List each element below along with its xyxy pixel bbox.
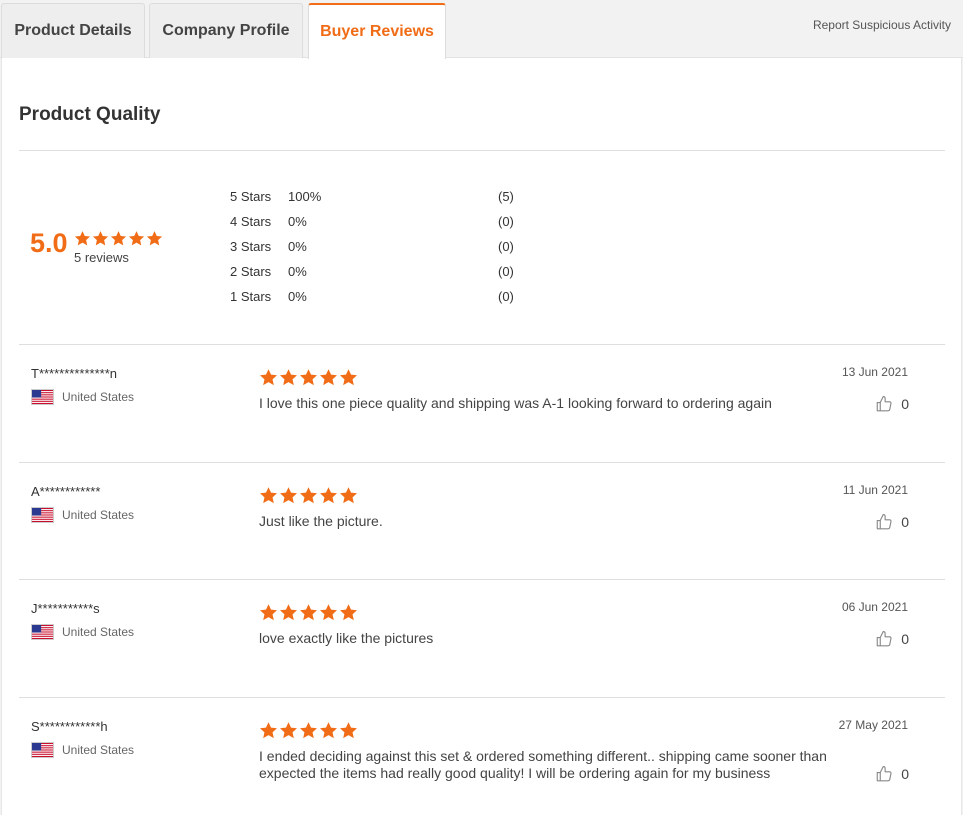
review-stars: [259, 486, 358, 505]
star-icon: [339, 368, 358, 387]
star-icon: [319, 721, 338, 740]
review-date: 11 Jun 2021: [842, 483, 908, 497]
distribution-percent: 0%: [288, 289, 307, 304]
distribution-percent: 0%: [288, 214, 307, 229]
review-stars: [259, 721, 358, 740]
like-count: 0: [901, 631, 909, 647]
section-title: Product Quality: [19, 104, 161, 125]
review-text: I ended deciding against this set & orde…: [259, 748, 827, 781]
star-icon: [319, 486, 338, 505]
report-suspicious-activity-link[interactable]: Report Suspicious Activity: [813, 18, 951, 32]
review-count: 5 reviews: [74, 250, 129, 265]
like-count: 0: [901, 766, 909, 782]
distribution-percent: 0%: [288, 239, 307, 254]
distribution-count: (0): [498, 239, 514, 254]
average-stars: [74, 230, 163, 247]
review-stars: [259, 368, 358, 387]
star-icon: [92, 230, 109, 247]
distribution-label: 2 Stars: [230, 264, 272, 279]
like-button[interactable]: 0: [875, 630, 909, 648]
country-name: United States: [62, 625, 135, 639]
like-button[interactable]: 0: [875, 765, 909, 783]
review-text: love exactly like the pictures: [259, 630, 434, 646]
star-icon: [299, 603, 318, 622]
reviewer-country: United States: [31, 742, 134, 758]
country-name: United States: [62, 743, 135, 757]
distribution-label: 4 Stars: [230, 214, 272, 229]
star-icon: [279, 721, 298, 740]
review-item: A************ United States Just like th…: [19, 463, 945, 579]
tab-company-profile[interactable]: Company Profile: [149, 3, 303, 58]
star-icon: [339, 721, 358, 740]
star-icon: [319, 368, 338, 387]
thumbs-up-icon: [875, 395, 893, 413]
distribution-label: 1 Stars: [230, 289, 272, 304]
tab-buyer-reviews[interactable]: Buyer Reviews: [308, 3, 446, 59]
reviewer-name: A************: [31, 484, 101, 499]
star-icon: [259, 721, 278, 740]
like-count: 0: [901, 396, 909, 412]
star-icon: [299, 721, 318, 740]
us-flag-icon: [31, 742, 54, 758]
review-stars: [259, 603, 358, 622]
review-date: 27 May 2021: [838, 718, 908, 732]
star-icon: [299, 486, 318, 505]
us-flag-icon: [31, 507, 54, 523]
tab-product-details[interactable]: Product Details: [1, 3, 145, 58]
distribution-label: 3 Stars: [230, 239, 272, 254]
star-icon: [279, 486, 298, 505]
review-text: Just like the picture.: [259, 513, 383, 529]
review-item: S************h United States I ended dec…: [19, 698, 945, 815]
reviews-panel: Product Quality 5.0 5 reviews 5 Stars 10…: [1, 58, 962, 815]
review-date: 06 Jun 2021: [841, 600, 908, 614]
star-icon: [74, 230, 91, 247]
reviewer-name: S************h: [31, 719, 108, 734]
country-name: United States: [62, 508, 135, 522]
distribution-percent: 100%: [288, 189, 322, 204]
star-icon: [259, 486, 278, 505]
star-icon: [319, 603, 338, 622]
reviewer-country: United States: [31, 389, 134, 405]
reviewer-name: T**************n: [31, 366, 117, 381]
star-icon: [299, 368, 318, 387]
average-rating: 5.0: [30, 228, 68, 258]
like-button[interactable]: 0: [875, 513, 909, 531]
star-icon: [146, 230, 163, 247]
review-text: I love this one piece quality and shippi…: [259, 395, 772, 411]
star-icon: [259, 368, 278, 387]
star-icon: [259, 603, 278, 622]
distribution-label: 5 Stars: [230, 189, 272, 204]
like-count: 0: [901, 514, 909, 530]
distribution-count: (0): [498, 214, 514, 229]
thumbs-up-icon: [875, 630, 893, 648]
distribution-count: (5): [498, 189, 514, 204]
distribution-count: (0): [498, 264, 514, 279]
reviewer-country: United States: [31, 624, 134, 640]
star-icon: [279, 603, 298, 622]
distribution-percent: 0%: [288, 264, 307, 279]
star-icon: [279, 368, 298, 387]
review-item: J***********s United States love exactly…: [19, 580, 945, 697]
country-name: United States: [62, 390, 135, 404]
star-icon: [339, 486, 358, 505]
star-icon: [339, 603, 358, 622]
review-item: T**************n United States I love th…: [19, 345, 945, 462]
star-icon: [128, 230, 145, 247]
distribution-count: (0): [498, 289, 514, 304]
star-icon: [110, 230, 127, 247]
thumbs-up-icon: [875, 513, 893, 531]
like-button[interactable]: 0: [875, 395, 909, 413]
reviewer-country: United States: [31, 507, 134, 523]
tab-bar: Product Details Company Profile Buyer Re…: [0, 0, 963, 59]
thumbs-up-icon: [875, 765, 893, 783]
us-flag-icon: [31, 389, 54, 405]
us-flag-icon: [31, 624, 54, 640]
review-date: 13 Jun 2021: [841, 365, 908, 379]
reviewer-name: J***********s: [31, 601, 100, 616]
divider: [19, 150, 945, 151]
